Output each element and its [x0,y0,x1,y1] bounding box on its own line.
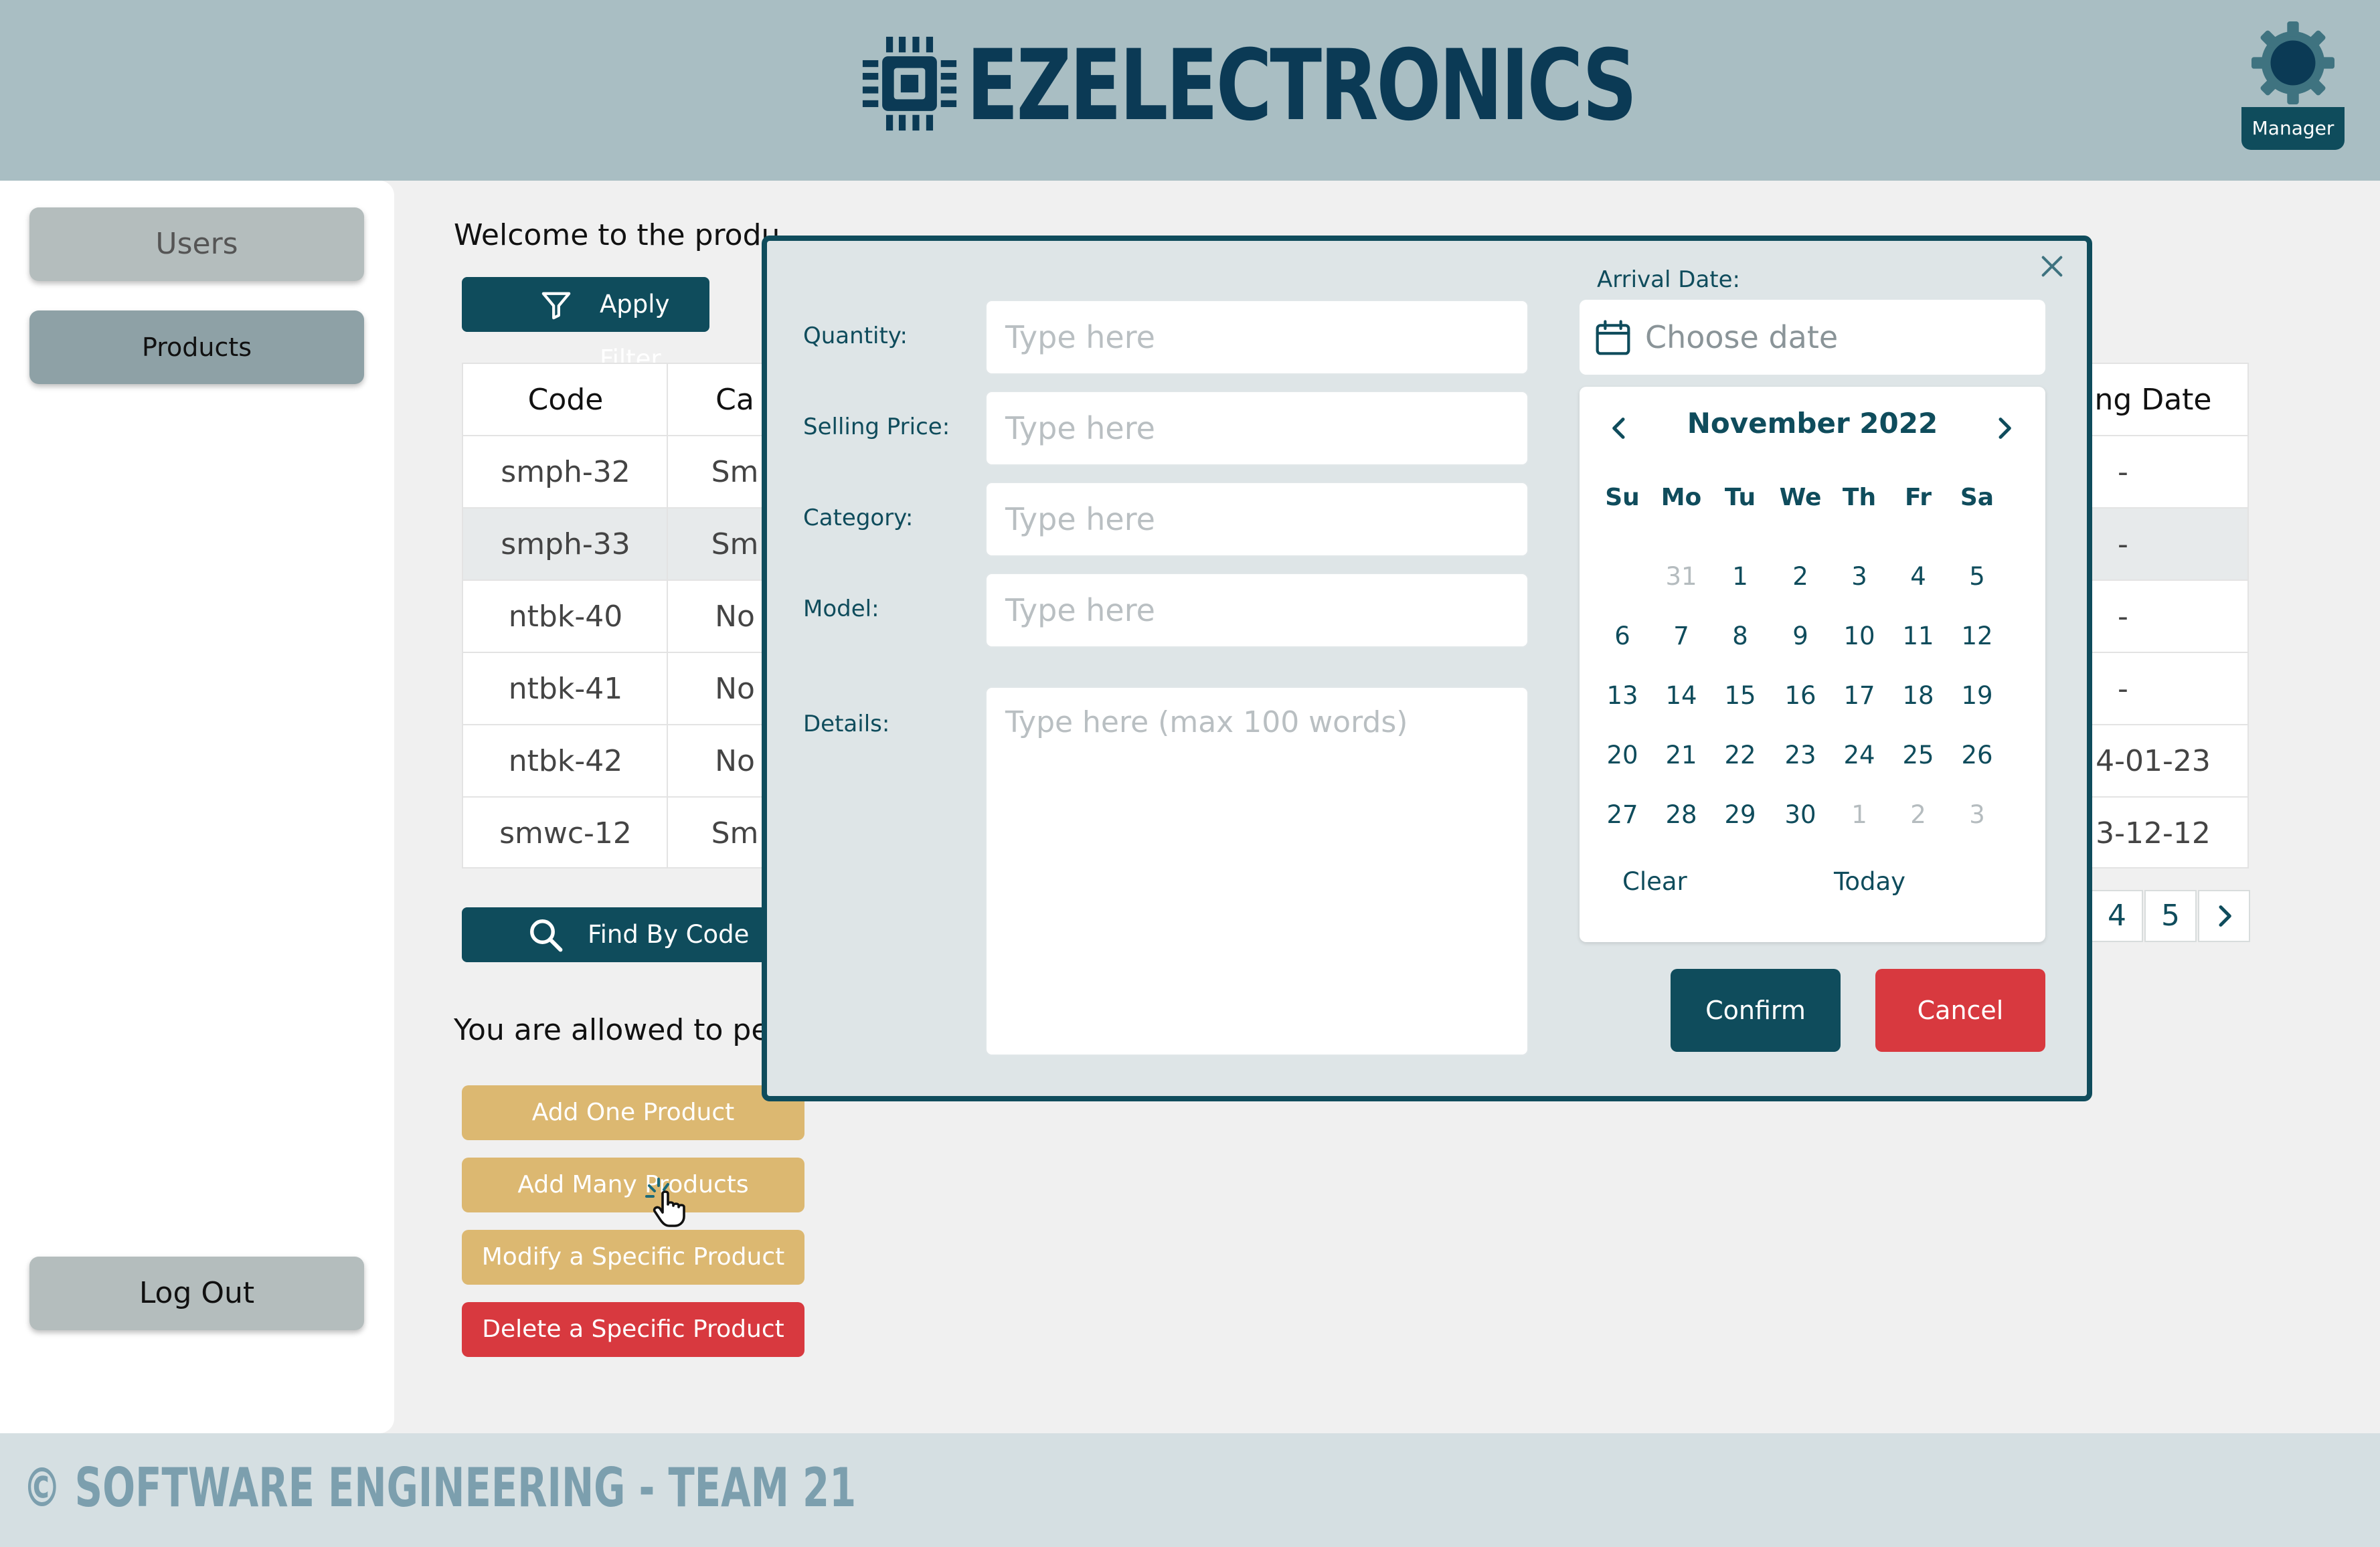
calendar-day[interactable]: 24 [1833,735,1886,776]
category-label: Category: [803,505,914,531]
quantity-label: Quantity: [803,323,908,349]
calendar-day[interactable]: 10 [1833,616,1886,656]
cell-code: smwc-12 [499,816,632,850]
calendar-icon [1596,320,1630,355]
footer-copyright: © SOFTWARE ENGINEERING - TEAM 21 [23,1457,857,1519]
calendar-day[interactable]: 29 [1713,795,1767,835]
calendar-day[interactable]: 28 [1654,795,1708,835]
calendar-weekday: Mo [1661,484,1702,511]
calendar-clear-button[interactable]: Clear [1622,867,1687,896]
calendar-day[interactable]: 22 [1713,735,1767,776]
calendar-month-title: November 2022 [1687,407,1938,440]
calendar-day[interactable]: 5 [1950,557,2004,597]
add-product-modal: Quantity: Type here Selling Price: Type … [762,236,2092,1101]
calendar-day[interactable]: 17 [1833,676,1886,716]
model-input[interactable]: Type here [985,573,1529,648]
calendar-day[interactable]: 25 [1891,735,1945,776]
calendar-day[interactable]: 30 [1774,795,1827,835]
apply-filter-button[interactable]: Apply Filter [462,277,709,373]
cell-code: smph-32 [501,455,630,489]
cell-code: ntbk-42 [508,744,623,778]
calendar-day[interactable]: 16 [1774,676,1827,716]
chevron-right-icon [2219,905,2231,927]
selling-price-label: Selling Price: [803,414,950,440]
calendar-weekday: We [1779,484,1822,511]
column-divider [667,363,668,869]
calendar-today-button[interactable]: Today [1834,867,1905,896]
modify-product-button[interactable]: Modify a Specific Product [462,1230,804,1285]
calendar-day[interactable]: 27 [1596,795,1649,835]
calendar-day[interactable]: 1 [1713,557,1767,597]
calendar-day[interactable]: 2 [1891,795,1945,835]
logout-button[interactable]: Log Out [29,1257,364,1330]
chevron-right-icon[interactable] [1990,415,2017,442]
calendar-day[interactable]: 31 [1654,557,1708,597]
brand-title: EZELECTRONICS [966,29,1637,143]
details-label: Details: [803,711,890,737]
calendar-day[interactable]: 3 [1950,795,2004,835]
calendar-day[interactable]: 1 [1833,795,1886,835]
model-label: Model: [803,596,879,622]
calendar-weekday: Tu [1724,484,1756,511]
filter-icon [541,292,571,320]
close-icon[interactable] [2039,253,2065,280]
calendar-day[interactable]: 9 [1774,616,1827,656]
calendar-day[interactable]: 21 [1654,735,1708,776]
cell-code: smph-33 [501,527,630,561]
calendar-day[interactable]: 19 [1950,676,2004,716]
calendar-day[interactable]: 13 [1596,676,1649,716]
calendar-day[interactable]: 11 [1891,616,1945,656]
calendar-weekday: Su [1605,484,1640,511]
details-textarea[interactable]: Type here (max 100 words) [985,687,1529,1056]
arrival-date-input[interactable]: Choose date [1580,300,2045,375]
find-by-code-button[interactable]: Find By Code [462,907,770,962]
add-one-product-button[interactable]: Add One Product [462,1085,804,1140]
next-page-button[interactable] [2198,890,2250,942]
find-by-code-label: Find By Code [588,920,750,949]
quantity-input[interactable]: Type here [985,300,1529,375]
calendar-day[interactable]: 8 [1713,616,1767,656]
cell-code: ntbk-41 [508,672,623,706]
gear-icon[interactable] [2251,21,2334,104]
calendar-day[interactable]: 2 [1774,557,1827,597]
calendar-weekday: Th [1842,484,1877,511]
add-many-products-button[interactable]: Add Many Products [462,1158,804,1212]
search-icon [530,919,563,952]
calendar-day[interactable]: 3 [1833,557,1886,597]
cancel-button[interactable]: Cancel [1875,969,2045,1052]
calendar-day[interactable]: 23 [1774,735,1827,776]
page-5-button[interactable]: 5 [2144,890,2197,942]
calendar-day[interactable]: 4 [1891,557,1945,597]
cell-code: ntbk-40 [508,600,623,634]
category-input[interactable]: Type here [985,482,1529,557]
arrival-date-label: Arrival Date: [1597,266,1740,293]
pagination: 4 5 [2091,890,2250,942]
sidebar-item-products[interactable]: Products [29,310,364,384]
calendar-day[interactable]: 14 [1654,676,1708,716]
column-header-code[interactable]: Code [463,364,668,436]
pointer-cursor-icon [645,1178,685,1227]
calendar-weekday: Sa [1960,484,1994,511]
calendar-weekday: Fr [1904,484,1932,511]
welcome-text: Welcome to the produ [454,218,780,252]
calendar-day[interactable]: 6 [1596,616,1649,656]
calendar-day[interactable]: 20 [1596,735,1649,776]
sidebar-item-users[interactable]: Users [29,207,364,281]
calendar-day[interactable]: 15 [1713,676,1767,716]
delete-product-button[interactable]: Delete a Specific Product [462,1302,804,1357]
arrival-date-placeholder: Choose date [1645,319,1839,355]
confirm-button[interactable]: Confirm [1671,969,1841,1052]
date-picker: November 2022 Su Mo Tu We Th Fr Sa 31 1 2 3 4 5 6 7 8 9 1… [1580,387,2045,942]
calendar-day[interactable]: 12 [1950,616,2004,656]
selling-price-input[interactable]: Type here [985,391,1529,466]
calendar-day[interactable]: 26 [1950,735,2004,776]
calendar-day[interactable]: 18 [1891,676,1945,716]
permissions-text: You are allowed to per [454,1013,782,1047]
page-4-button[interactable]: 4 [2091,890,2143,942]
calendar-day[interactable]: 7 [1654,616,1708,656]
chip-logo-icon [862,36,957,131]
role-badge[interactable]: Manager [2241,107,2345,150]
